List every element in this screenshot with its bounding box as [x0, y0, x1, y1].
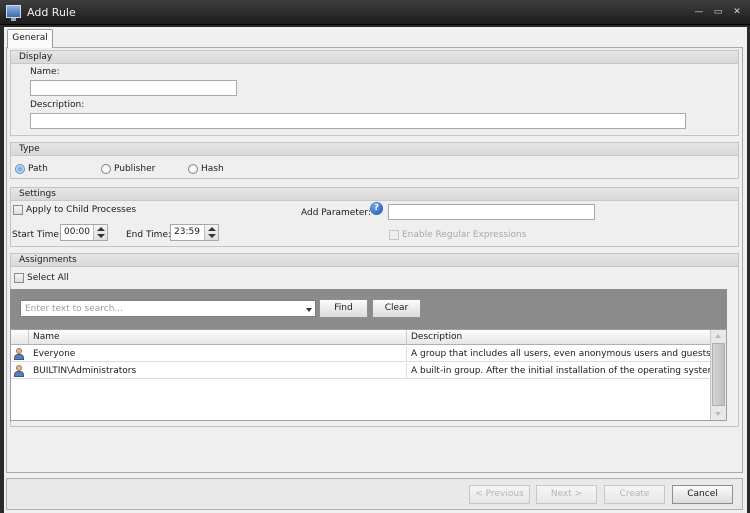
table-row[interactable]: Everyone A group that includes all users… [11, 346, 710, 362]
description-input[interactable] [30, 113, 686, 129]
enable-regex-label: Enable Regular Expressions [402, 230, 527, 240]
name-label: Name: [30, 67, 60, 77]
name-input[interactable] [30, 80, 237, 96]
start-time-label: Start Time: [12, 230, 62, 240]
path-radio[interactable] [15, 164, 25, 174]
scroll-down-icon[interactable] [715, 412, 721, 416]
window-title: Add Rule [27, 6, 76, 19]
row-name: Everyone [29, 346, 407, 362]
next-button[interactable]: Next > [536, 485, 597, 504]
end-time-spin-buttons[interactable] [204, 225, 218, 240]
monitor-icon [6, 5, 21, 21]
close-icon[interactable]: ✕ [731, 6, 743, 18]
row-description: A built-in group. After the initial inst… [411, 366, 710, 376]
user-icon [14, 365, 24, 377]
path-radio-label[interactable]: Path [28, 164, 48, 174]
description-column-header[interactable]: Description [407, 330, 710, 345]
row-description: A group that includes all users, even an… [411, 349, 710, 359]
end-time-stepper[interactable]: 23:59 [170, 224, 219, 241]
grid-scrollbar[interactable] [710, 330, 726, 420]
add-parameter-label: Add Parameter: [301, 208, 371, 218]
find-button[interactable]: Find [319, 299, 368, 318]
assignments-grid: Name Description Everyone A group that i… [10, 329, 727, 421]
create-button[interactable]: Create [604, 485, 665, 504]
search-placeholder: Enter text to search... [25, 304, 124, 314]
row-name: BUILTIN\Administrators [29, 363, 407, 379]
enable-regex-checkbox[interactable] [389, 230, 399, 240]
apply-child-processes-label[interactable]: Apply to Child Processes [26, 205, 136, 215]
icon-column-header [11, 330, 29, 345]
publisher-radio[interactable] [101, 164, 111, 174]
maximize-icon[interactable]: ▭ [712, 6, 724, 18]
hash-radio-label[interactable]: Hash [201, 164, 224, 174]
settings-group: Settings [10, 187, 739, 247]
publisher-radio-label[interactable]: Publisher [114, 164, 155, 174]
minimize-icon[interactable]: — [693, 6, 705, 18]
user-icon [14, 348, 24, 360]
settings-group-header: Settings [11, 188, 738, 201]
display-group-header: Display [11, 51, 738, 64]
previous-button[interactable]: < Previous [469, 485, 530, 504]
end-time-label: End Time: [126, 230, 172, 240]
start-time-value: 00:00 [64, 227, 90, 237]
type-group-header: Type [11, 143, 738, 156]
table-row[interactable]: BUILTIN\Administrators A built-in group.… [11, 363, 710, 379]
start-time-spin-buttons[interactable] [93, 225, 107, 240]
start-time-stepper[interactable]: 00:00 [60, 224, 108, 241]
end-time-value: 23:59 [174, 227, 200, 237]
assignments-group-header: Assignments [11, 254, 738, 267]
select-all-checkbox[interactable] [14, 273, 24, 283]
scroll-up-icon[interactable] [715, 334, 721, 338]
tab-general[interactable]: General [7, 29, 53, 48]
help-icon[interactable]: ? [370, 202, 383, 215]
name-column-header[interactable]: Name [29, 330, 407, 345]
select-all-label[interactable]: Select All [27, 273, 69, 283]
grid-header: Name Description [11, 330, 710, 345]
scroll-thumb[interactable] [712, 343, 725, 406]
add-parameter-input[interactable] [388, 204, 595, 220]
hash-radio[interactable] [188, 164, 198, 174]
chevron-down-icon[interactable] [306, 308, 312, 312]
description-label: Description: [30, 100, 85, 110]
cancel-button[interactable]: Cancel [672, 485, 733, 504]
clear-button[interactable]: Clear [372, 299, 421, 318]
title-bar [0, 0, 750, 25]
apply-child-processes-checkbox[interactable] [13, 205, 23, 215]
search-input[interactable]: Enter text to search... [20, 300, 316, 317]
